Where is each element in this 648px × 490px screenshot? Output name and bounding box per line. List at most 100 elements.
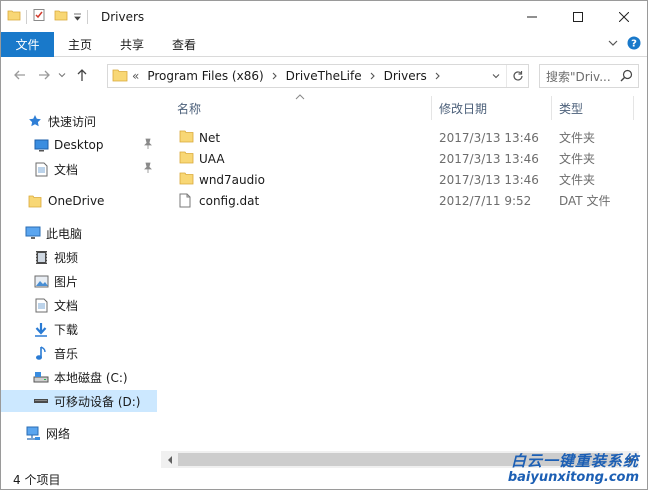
nav-item-documents-pinned[interactable]: 文档: [1, 158, 157, 180]
title-bar: Drivers: [1, 1, 647, 32]
tab-file[interactable]: 文件: [1, 31, 54, 57]
watermark-text: 白云一键重装系统: [510, 452, 639, 470]
address-dropdown-icon[interactable]: [488, 65, 504, 87]
nav-item-this-pc[interactable]: 此电脑: [1, 222, 157, 244]
file-type: DAT 文件: [559, 194, 611, 208]
nav-label: 网络: [46, 426, 71, 441]
column-divider[interactable]: [431, 96, 432, 120]
breadcrumb-overflow[interactable]: «: [128, 69, 143, 83]
picture-icon: [33, 273, 49, 289]
nav-item-desktop[interactable]: Desktop: [1, 134, 157, 156]
tab-view[interactable]: 查看: [158, 32, 210, 57]
help-icon[interactable]: ?: [627, 36, 641, 53]
nav-item-onedrive[interactable]: OneDrive: [1, 190, 157, 212]
file-type: 文件夹: [559, 152, 596, 166]
properties-icon[interactable]: [32, 8, 46, 25]
column-divider[interactable]: [551, 96, 552, 120]
nav-item-local-disk[interactable]: 本地磁盘 (C:): [1, 366, 157, 388]
nav-item-music[interactable]: 音乐: [1, 342, 157, 364]
computer-icon: [25, 225, 41, 241]
file-date: 2017/3/13 13:46: [439, 172, 539, 187]
up-button[interactable]: [71, 64, 93, 86]
address-bar[interactable]: « Program Files (x86) DriveTheLife Drive…: [107, 64, 529, 88]
document-icon: [33, 297, 49, 313]
explorer-window: Drivers 文件 主页 共享 查看 ? « Program Files (x…: [0, 0, 648, 490]
toolbar-divider: [26, 9, 27, 24]
folder-icon: [179, 172, 194, 188]
nav-label: 图片: [54, 274, 79, 289]
nav-label: 此电脑: [46, 226, 83, 241]
tab-home[interactable]: 主页: [54, 32, 106, 57]
removable-drive-icon: [33, 393, 49, 409]
breadcrumb-drivethelife[interactable]: DriveTheLife: [282, 69, 366, 83]
pin-icon[interactable]: [143, 162, 153, 177]
table-row[interactable]: config.dat 2012/7/11 9:52 DAT 文件: [173, 190, 633, 211]
nav-label: 可移动设备 (D:): [54, 394, 141, 409]
table-row[interactable]: UAA 2017/3/13 13:46 文件夹: [173, 148, 633, 169]
navigation-bar: « Program Files (x86) DriveTheLife Drive…: [1, 58, 647, 92]
drive-icon: [33, 369, 49, 385]
column-divider[interactable]: [633, 96, 634, 120]
sort-ascending-icon: [295, 89, 305, 103]
ribbon-tabs: 文件 主页 共享 查看 ?: [1, 31, 647, 57]
search-input[interactable]: 搜索"Driv...: [539, 64, 639, 88]
nav-item-removable-drive[interactable]: 可移动设备 (D:): [1, 390, 157, 412]
nav-item-downloads[interactable]: 下载: [1, 318, 157, 340]
star-icon: [27, 113, 43, 129]
close-button[interactable]: [601, 1, 647, 32]
document-icon: [33, 161, 49, 177]
chevron-right-icon[interactable]: [268, 72, 282, 80]
column-header-modified[interactable]: 修改日期: [439, 96, 487, 120]
caption-buttons: [509, 1, 647, 32]
file-name: Net: [199, 130, 221, 145]
refresh-button[interactable]: [506, 65, 528, 87]
navigation-pane: 快速访问 Desktop 文档 OneDrive 此电脑 视频 图片 文档 下载…: [1, 96, 157, 456]
table-row[interactable]: wnd7audio 2017/3/13 13:46 文件夹: [173, 169, 633, 190]
expand-ribbon-icon[interactable]: [607, 37, 619, 52]
pin-icon[interactable]: [143, 138, 153, 153]
file-name: UAA: [199, 151, 225, 166]
watermark-url: baiyunxitong.com: [507, 470, 639, 485]
nav-item-documents[interactable]: 文档: [1, 294, 157, 316]
new-folder-icon[interactable]: [54, 8, 68, 25]
nav-item-quick-access[interactable]: 快速访问: [1, 110, 157, 132]
nav-item-network[interactable]: 网络: [1, 422, 157, 444]
folder-icon: [179, 130, 194, 146]
chevron-right-icon[interactable]: [366, 72, 380, 80]
tab-share[interactable]: 共享: [106, 32, 158, 57]
folder-icon[interactable]: [7, 8, 21, 25]
forward-button[interactable]: [33, 64, 55, 86]
table-row[interactable]: Net 2017/3/13 13:46 文件夹: [173, 127, 633, 148]
file-date: 2017/3/13 13:46: [439, 130, 539, 145]
file-list: 名称 修改日期 类型 Net 2017/3/13 13:46 文件夹 UAA 2…: [157, 92, 647, 448]
search-icon[interactable]: [620, 69, 633, 85]
desktop-icon: [33, 137, 49, 153]
customize-dropdown-icon[interactable]: [73, 10, 82, 24]
folder-icon: [27, 193, 43, 209]
file-type: 文件夹: [559, 173, 596, 187]
back-button[interactable]: [9, 64, 31, 86]
breadcrumb-program-files[interactable]: Program Files (x86): [143, 69, 267, 83]
nav-item-videos[interactable]: 视频: [1, 246, 157, 268]
folder-icon: [179, 151, 194, 167]
svg-text:?: ?: [631, 39, 637, 50]
scroll-left-icon[interactable]: [161, 451, 178, 468]
nav-item-pictures[interactable]: 图片: [1, 270, 157, 292]
download-icon: [33, 321, 49, 337]
toolbar-divider: [87, 9, 88, 24]
window-title: Drivers: [101, 9, 145, 24]
breadcrumb-drivers[interactable]: Drivers: [380, 69, 431, 83]
network-icon: [25, 425, 41, 441]
ribbon-controls: ?: [607, 36, 641, 53]
nav-label: OneDrive: [48, 194, 105, 208]
maximize-button[interactable]: [555, 1, 601, 32]
column-header-type[interactable]: 类型: [559, 96, 583, 120]
file-date: 2012/7/11 9:52: [439, 193, 532, 208]
file-date: 2017/3/13 13:46: [439, 151, 539, 166]
nav-label: 音乐: [54, 346, 79, 361]
column-header-name[interactable]: 名称: [177, 96, 201, 120]
recent-locations-button[interactable]: [55, 64, 69, 86]
chevron-right-icon[interactable]: [431, 72, 445, 80]
nav-label: 文档: [54, 298, 79, 313]
minimize-button[interactable]: [509, 1, 555, 32]
